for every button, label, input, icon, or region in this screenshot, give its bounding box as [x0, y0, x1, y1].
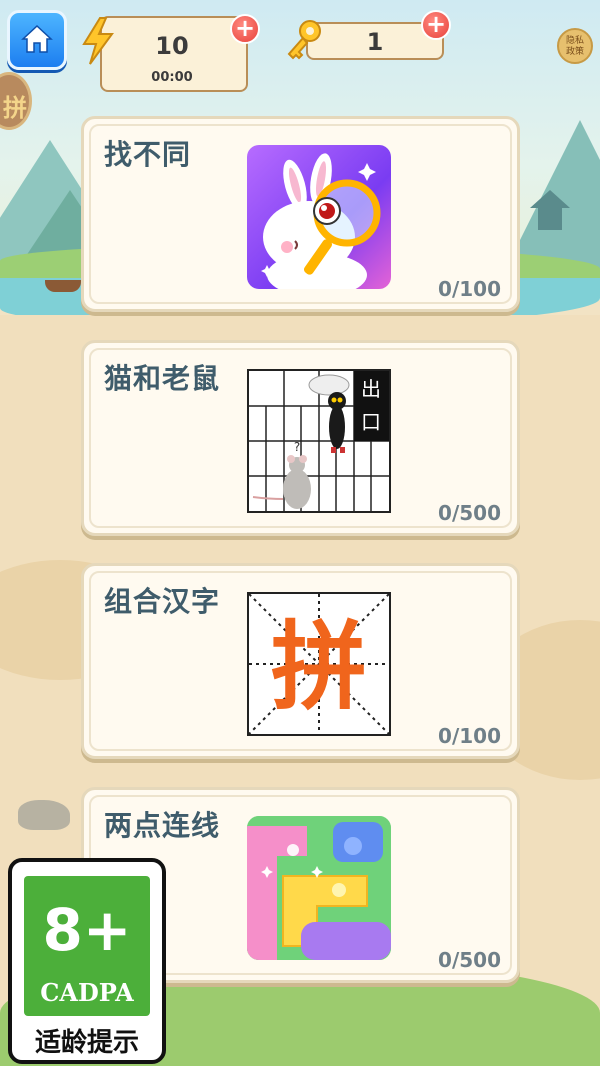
- home-icon: [21, 24, 53, 53]
- puzzle-character: 拼: [271, 611, 367, 723]
- rock-icon: [18, 800, 70, 830]
- game-card-combine-characters[interactable]: 组合汉字 拼 0/100: [81, 563, 520, 759]
- magnifier-rabbit-icon: [247, 145, 391, 289]
- boat-icon: [45, 280, 81, 292]
- add-key-button[interactable]: +: [421, 10, 451, 40]
- energy-value: 10: [155, 32, 189, 60]
- energy-counter: 10 00:00: [100, 16, 248, 92]
- age-rating-org: CADPA: [40, 978, 134, 1007]
- home-button[interactable]: [7, 10, 67, 70]
- game-progress: 0/100: [438, 724, 501, 748]
- exit-label: 出: [361, 377, 381, 401]
- svg-text:?: ?: [294, 440, 300, 454]
- game-title: 猫和老鼠: [104, 362, 221, 395]
- game-title: 两点连线: [104, 809, 221, 842]
- cat-mouse-maze-icon: 出 口 ?: [247, 369, 391, 513]
- privacy-label-1: 隐私: [565, 36, 584, 46]
- privacy-label-2: 政策: [565, 47, 584, 57]
- connect-dots-puzzle-icon: [247, 816, 391, 960]
- game-progress: 0/500: [438, 501, 501, 525]
- age-rating-panel: 8+ CADPA: [24, 876, 150, 1016]
- age-rating-badge: 8+ CADPA 适龄提示: [8, 858, 166, 1064]
- game-card-find-difference[interactable]: 找不同 0/100: [81, 116, 520, 312]
- chinese-character-grid-icon: 拼: [247, 592, 391, 736]
- game-progress: 0/100: [438, 277, 501, 301]
- age-rating-label: 适龄提示: [34, 1028, 139, 1058]
- key-icon: [287, 20, 321, 60]
- game-progress: 0/500: [438, 948, 501, 972]
- game-title: 找不同: [104, 138, 192, 171]
- age-rating-value: 8+: [42, 896, 132, 964]
- lightning-icon: [82, 17, 114, 65]
- exit-label: 口: [361, 410, 381, 434]
- game-card-cat-and-mouse[interactable]: 猫和老鼠 出 口 ? 0/500: [81, 340, 520, 536]
- game-title: 组合汉字: [104, 585, 221, 618]
- privacy-policy-button[interactable]: 隐私 政策: [557, 28, 593, 64]
- side-badge-glyph: 拼: [3, 94, 27, 122]
- energy-timer: 00:00: [151, 70, 193, 85]
- add-energy-button[interactable]: +: [230, 14, 260, 44]
